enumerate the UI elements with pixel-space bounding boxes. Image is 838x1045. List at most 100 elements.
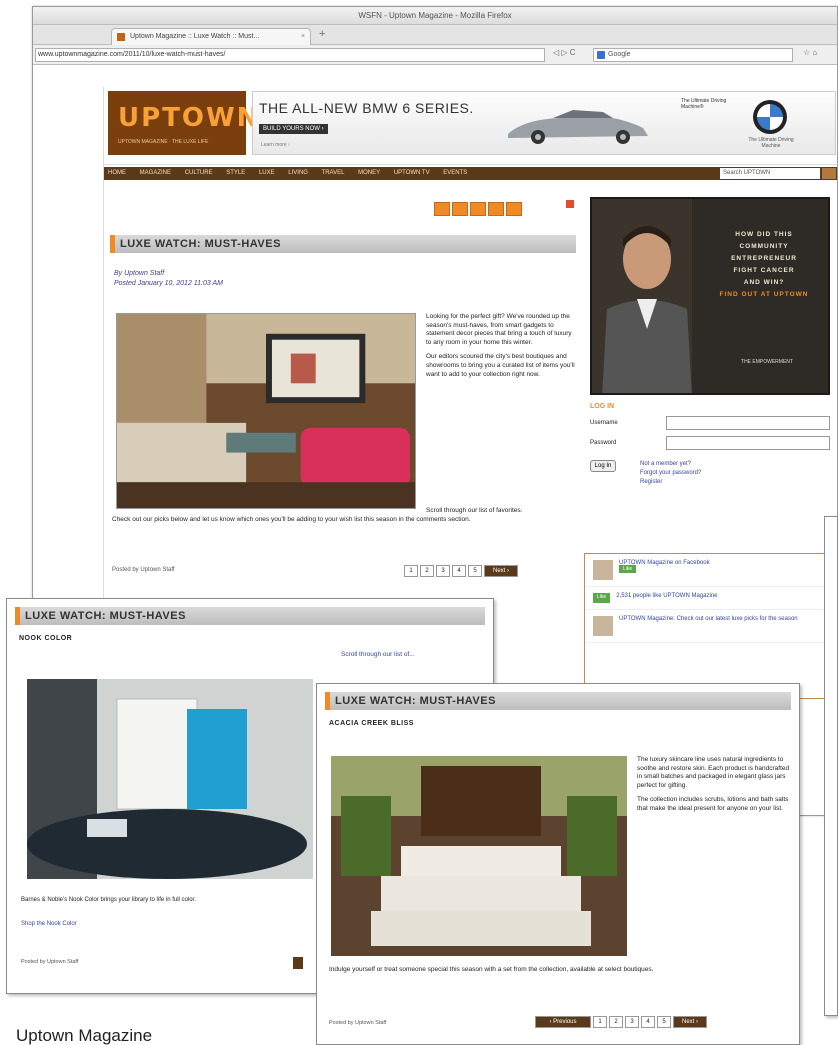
register-link[interactable]: Register (640, 478, 701, 487)
logo-name: UPTOWN (118, 103, 261, 133)
fb-page-avatar[interactable] (593, 560, 613, 580)
nav-item[interactable]: LUXE (259, 170, 275, 176)
fb-post-row: UPTOWN Magazine: Check out our latest lu… (585, 610, 836, 643)
bmw-ad-banner[interactable]: THE ALL-NEW BMW 6 SERIES. BUILD YOURS NO… (252, 91, 836, 155)
page-link[interactable]: 1 (593, 1016, 607, 1028)
page-crop-right (824, 516, 838, 1016)
author-link[interactable]: By Uptown Staff (114, 269, 223, 279)
browser-tab[interactable]: Uptown Magazine :: Luxe Watch :: Must...… (111, 28, 311, 45)
nook-photo[interactable] (27, 679, 313, 879)
nav-item[interactable]: STYLE (226, 170, 245, 176)
ad-cta-button[interactable]: BUILD YOURS NOW › (259, 124, 328, 134)
article-lead: Scroll through our list of favorites. (426, 507, 523, 514)
nav-item[interactable]: HOME (108, 170, 126, 176)
favicon-icon (117, 33, 125, 41)
section-heading: LUXE WATCH: MUST-HAVES (110, 235, 576, 253)
nav-item[interactable]: CULTURE (185, 170, 213, 176)
nav-item[interactable]: MONEY (358, 170, 380, 176)
reload-icon[interactable]: ◁ ▷ C (553, 48, 576, 57)
ad-copy: HOW DID THIS COMMUNITY ENTREPRENEUR FIGH… (700, 229, 828, 301)
item-paragraph: The collection includes scrubs, lotions … (637, 796, 789, 812)
section-heading: LUXE WATCH: MUST-HAVES (15, 607, 485, 625)
close-icon[interactable] (566, 200, 574, 208)
search-go-button[interactable] (822, 168, 836, 179)
ad-line-cta: FIND OUT AT UPTOWN (719, 291, 809, 298)
nav-item[interactable]: EVENTS (443, 170, 467, 176)
fb-like-button[interactable]: Like (619, 565, 637, 573)
jars-photo[interactable] (331, 756, 627, 956)
ad-line: HOW DID THIS (735, 231, 793, 238)
ad-small-text: The Ultimate Driving Machine® (681, 98, 727, 110)
page-link[interactable]: 2 (609, 1016, 623, 1028)
pagination: 1 2 3 4 5 Next › (404, 565, 518, 577)
next-button[interactable]: Next › (484, 565, 518, 577)
ad-line: AND WIN? (743, 279, 785, 286)
nav-item[interactable]: LIVING (288, 170, 308, 176)
login-button[interactable]: Log In (590, 460, 616, 472)
page-link[interactable]: 5 (657, 1016, 671, 1028)
ad-headline: THE ALL-NEW BMW 6 SERIES. (259, 100, 474, 116)
byline: By Uptown Staff Posted January 10, 2012 … (114, 269, 223, 289)
side-ad[interactable]: HOW DID THIS COMMUNITY ENTREPRENEUR FIGH… (590, 197, 830, 395)
uptown-logo[interactable]: UPTOWN UPTOWN MAGAZINE · THE LUXE LIFE (108, 91, 258, 155)
logo-tagline: UPTOWN MAGAZINE · THE LUXE LIFE (118, 139, 209, 145)
browser-search-input[interactable]: Google (593, 48, 793, 62)
article-body: Looking for the perfect gift? We've roun… (426, 313, 576, 385)
login-actions: Log In Not a member yet? Forgot your pas… (590, 460, 830, 487)
page-link[interactable]: 5 (468, 565, 482, 577)
fb-like-count-row: Like 2,531 people like UPTOWN Magazine (585, 587, 836, 610)
twitter-share-icon[interactable] (488, 202, 504, 216)
facebook-widget: UPTOWN Magazine on Facebook Like Like 2,… (584, 553, 836, 699)
fb-post-avatar (593, 616, 613, 636)
password-input[interactable] (666, 436, 830, 450)
password-label: Password (590, 440, 617, 446)
forgot-password-link[interactable]: Forgot your password? (640, 469, 701, 478)
username-input[interactable] (666, 416, 830, 430)
new-tab-icon[interactable]: + (319, 28, 325, 40)
page-link[interactable]: 2 (420, 565, 434, 577)
page-link[interactable]: 3 (436, 565, 450, 577)
more-share-icon[interactable] (506, 202, 522, 216)
next-button[interactable]: Next › (673, 1016, 707, 1028)
posted-by: Posted by Uptown Staff (112, 567, 175, 573)
intro-link[interactable]: Scroll through our list of... (341, 651, 415, 658)
nav-item[interactable]: TRAVEL (322, 170, 345, 176)
url-input[interactable]: www.uptownmagazine.com/2011/10/luxe-watc… (35, 48, 545, 62)
page-link[interactable]: 1 (404, 565, 418, 577)
page-link[interactable]: 3 (625, 1016, 639, 1028)
fb-like-count: 2,531 people like UPTOWN Magazine (616, 593, 718, 599)
nav-item[interactable]: UPTOWN TV (394, 170, 430, 176)
tab-label: Uptown Magazine :: Luxe Watch :: Must... (130, 33, 260, 40)
previous-button[interactable]: ‹ Previous (535, 1016, 591, 1028)
item-paragraph: The luxury skincare line uses natural in… (637, 756, 790, 789)
fb-like-button[interactable]: Like (593, 593, 611, 603)
item-tail: Indulge yourself or treat someone specia… (329, 966, 654, 973)
facebook-share-icon[interactable] (470, 202, 486, 216)
ad-fine-print[interactable]: Learn more › (261, 142, 290, 148)
bookmark-icon[interactable]: ☆ ⌂ (803, 48, 817, 57)
page-link[interactable]: 4 (452, 565, 466, 577)
fb-post-text[interactable]: UPTOWN Magazine: Check out our latest lu… (619, 616, 798, 636)
main-nav: HOME MAGAZINE CULTURE STYLE LUXE LIVING … (104, 167, 837, 180)
posted-by: Posted by Uptown Staff (21, 959, 79, 965)
post-date: Posted January 10, 2012 11:03 AM (114, 280, 223, 287)
next-button[interactable] (293, 957, 303, 969)
ad-line: ENTREPRENEUR (731, 255, 797, 262)
email-share-icon[interactable] (434, 202, 450, 216)
username-label: Username (590, 420, 618, 426)
signup-link[interactable]: Not a member yet? (640, 460, 701, 469)
print-share-icon[interactable] (452, 202, 468, 216)
username-row: Username (590, 416, 830, 430)
car-image (508, 110, 648, 144)
page-link[interactable]: 4 (641, 1016, 655, 1028)
living-room-photo[interactable] (116, 313, 416, 509)
search-placeholder: Google (608, 51, 631, 58)
close-tab-icon[interactable]: × (301, 29, 305, 44)
section-heading: LUXE WATCH: MUST-HAVES (325, 692, 791, 710)
window-title: WSFN - Uptown Magazine - Mozilla Firefox (33, 7, 837, 25)
nav-item[interactable]: MAGAZINE (140, 170, 171, 176)
login-title: LOG IN (590, 403, 615, 410)
shop-link[interactable]: Shop the Nook Color (21, 921, 77, 927)
address-bar-row: www.uptownmagazine.com/2011/10/luxe-watc… (33, 45, 837, 65)
site-search-input[interactable]: Search UPTOWN (720, 168, 820, 179)
